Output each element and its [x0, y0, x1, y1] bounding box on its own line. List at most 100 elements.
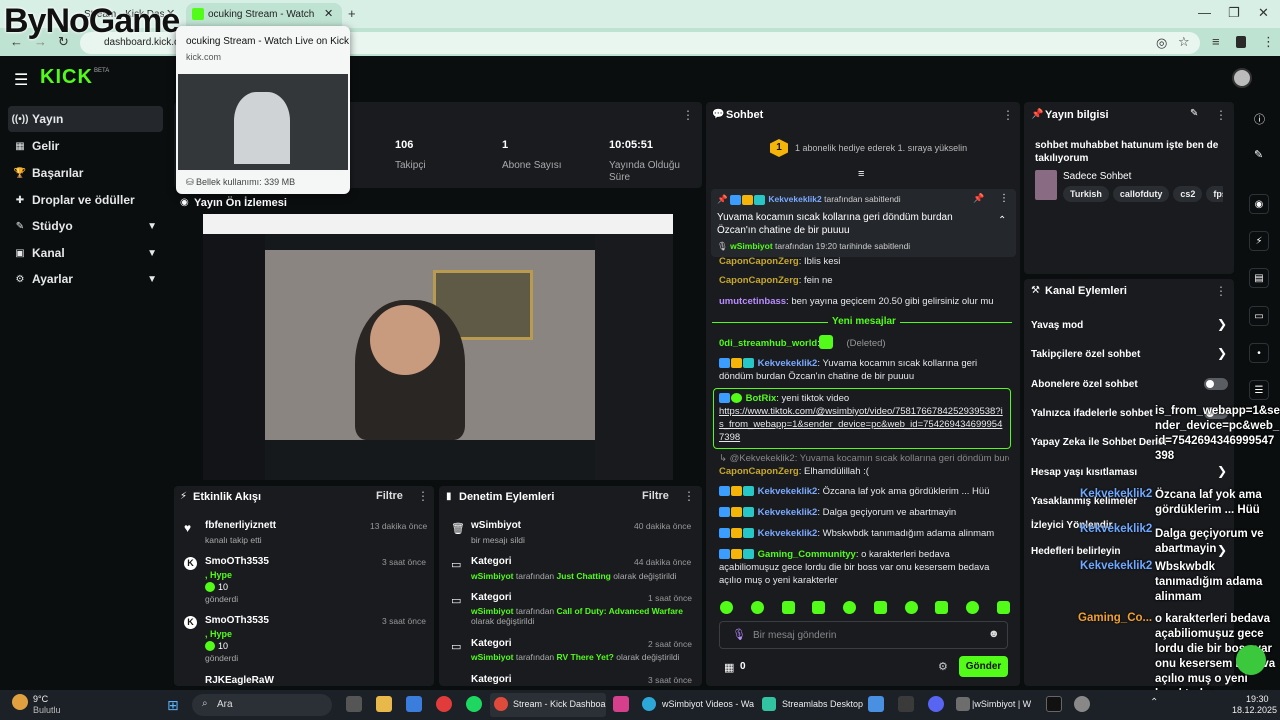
document-icon[interactable]: ▤: [1249, 268, 1269, 288]
tab-ocuking-stream[interactable]: ocuking Stream - Watch Live on ✕: [186, 3, 342, 28]
chat-bubble-icon[interactable]: ▭: [1249, 306, 1269, 326]
sidebar-item-droplar[interactable]: ✚ Droplar ve ödüller: [8, 187, 163, 213]
bookmark-star-icon[interactable]: ☆: [1178, 34, 1190, 50]
subscribers-only-toggle[interactable]: [1204, 378, 1228, 390]
emote-icon[interactable]: [781, 601, 795, 614]
moderation-menu-icon[interactable]: ⋮: [683, 489, 695, 503]
emote-icon[interactable]: [935, 601, 949, 614]
tray-chevron-icon[interactable]: ⌃: [1150, 697, 1158, 708]
chat-username[interactable]: Kekvekeklik2: [758, 358, 818, 369]
points-gift-icon[interactable]: ▦: [724, 661, 734, 674]
sidebar-item-studyo[interactable]: ✎ Stüdyo ▼: [8, 213, 163, 239]
chat-menu-icon[interactable]: ⋮: [1002, 108, 1014, 122]
edit-pencil-icon[interactable]: ✎: [1190, 108, 1198, 119]
taskbar-app-chrome[interactable]: Stream - Kick Dashboa: [490, 693, 606, 717]
unpin-icon[interactable]: 📌: [973, 193, 984, 204]
chat-username[interactable]: Kekvekeklik2: [758, 528, 818, 539]
chat-settings-gear-icon[interactable]: ⚙: [938, 660, 948, 673]
collapse-icon[interactable]: ≡: [858, 168, 864, 180]
emote-icon[interactable]: [966, 601, 980, 614]
chat-username[interactable]: CaponCaponZerg: [719, 256, 799, 267]
instagram-icon[interactable]: [613, 696, 629, 712]
task-view-icon[interactable]: [346, 696, 362, 712]
send-button[interactable]: Gönder: [959, 656, 1008, 677]
activity-menu-icon[interactable]: ⋮: [417, 489, 429, 503]
tag-chip[interactable]: cs2: [1173, 186, 1203, 202]
gift-leaderboard-text[interactable]: 1 abonelik hediye ederek 1. sıraya yükse…: [795, 143, 967, 153]
lightning-icon[interactable]: ⚡: [1249, 231, 1269, 251]
youtube-icon[interactable]: [436, 696, 452, 712]
stream-video[interactable]: [203, 214, 673, 480]
close-tab-icon[interactable]: ✕: [324, 7, 333, 20]
tag-chip[interactable]: fps: [1206, 186, 1223, 202]
menu-kebab-icon[interactable]: ⋮: [1262, 34, 1275, 50]
chat-username[interactable]: CaponCaponZerg: [719, 275, 799, 286]
broadcast-icon[interactable]: •: [1249, 343, 1269, 363]
emote-icon[interactable]: [843, 601, 857, 614]
kick-logo[interactable]: KICK: [40, 66, 93, 89]
tag-chip[interactable]: Turkish: [1063, 186, 1109, 202]
info-icon[interactable]: ⓘ: [1254, 111, 1265, 127]
tray-icon[interactable]: [1074, 696, 1090, 712]
app-icon[interactable]: [898, 696, 914, 712]
chat-username[interactable]: BotRix: [746, 393, 777, 404]
chevron-up-icon[interactable]: ⌃: [998, 215, 1006, 226]
emote-icon[interactable]: [720, 601, 733, 614]
sidebar-item-kanal[interactable]: ▣ Kanal ▼: [8, 240, 163, 266]
sidebar-item-ayarlar[interactable]: ⚙ Ayarlar ▼: [8, 266, 163, 292]
pinned-menu-icon[interactable]: ⋮: [999, 193, 1009, 204]
avatar[interactable]: [1232, 68, 1252, 88]
store-icon[interactable]: [406, 696, 422, 712]
windows-start-icon[interactable]: ⊞: [167, 697, 179, 714]
channel-actions-menu-icon[interactable]: ⋮: [1215, 284, 1227, 298]
chat-username[interactable]: Gaming_Communityy: [758, 549, 856, 560]
tiktok-icon[interactable]: [1046, 696, 1062, 712]
emote-icon[interactable]: [996, 601, 1010, 614]
action-ai-moderation[interactable]: Yapay Zeka ile Sohbet Denetimi: [1031, 437, 1166, 448]
hamburger-menu-icon[interactable]: ☰: [14, 70, 28, 90]
close-window-icon[interactable]: ✕: [1258, 5, 1269, 21]
chat-username[interactable]: CaponCaponZerg: [719, 466, 799, 477]
taskbar-search[interactable]: ⌕ Ara: [192, 694, 332, 716]
maximize-icon[interactable]: ❐: [1228, 5, 1240, 21]
minimize-icon[interactable]: —: [1198, 5, 1211, 20]
sidebar-item-gelir[interactable]: ▦ Gelir: [8, 133, 163, 159]
app-icon[interactable]: [868, 696, 884, 712]
emote-icon[interactable]: [904, 601, 918, 614]
activity-filter-button[interactable]: Filtre: [376, 490, 403, 502]
action-slow-mode[interactable]: Yavaş mod: [1031, 320, 1083, 331]
moderation-filter-button[interactable]: Filtre: [642, 490, 669, 502]
chat-username[interactable]: Kekvekeklik2: [758, 507, 818, 518]
emote-icon[interactable]: [750, 601, 764, 614]
sidebar-item-basarilar[interactable]: 🏆 Başarılar: [8, 160, 163, 186]
camera-icon[interactable]: ◉: [1249, 194, 1269, 214]
tab-search-icon[interactable]: ≡: [1212, 34, 1220, 49]
action-followers-only[interactable]: Takipçilere özel sohbet: [1031, 349, 1140, 360]
tag-chip[interactable]: callofduty: [1112, 186, 1170, 202]
new-tab-icon[interactable]: +: [348, 6, 356, 21]
chevron-right-icon[interactable]: ❯: [1217, 317, 1227, 331]
taskbar-app-streamlabs[interactable]: Streamlabs Desktop: [758, 693, 863, 717]
file-explorer-icon[interactable]: [376, 696, 392, 712]
taskbar-app-edge[interactable]: wSimbiyot Videos - Wa: [638, 693, 754, 717]
hide-eye-icon[interactable]: ◎: [1156, 35, 1167, 51]
action-account-age[interactable]: Hesap yaşı kısıtlaması: [1031, 467, 1137, 478]
sliders-icon[interactable]: ☰: [1249, 380, 1269, 400]
emote-icon[interactable]: [812, 601, 826, 614]
sidebar-item-yayin[interactable]: ((•)) Yayın: [8, 106, 163, 132]
chevron-right-icon[interactable]: ❯: [1217, 464, 1227, 478]
chat-input[interactable]: 🎙 Bir mesaj gönderin ☻: [719, 621, 1008, 649]
discord-icon[interactable]: [928, 696, 944, 712]
emoji-picker-icon[interactable]: ☻: [988, 628, 1000, 640]
emote-icon[interactable]: [873, 601, 887, 614]
action-set-goals[interactable]: Hedefleri belirleyin: [1031, 546, 1120, 557]
taskbar-app-window[interactable]: |wSimbiyot | W: [952, 693, 1040, 717]
chevron-right-icon[interactable]: ❯: [1217, 346, 1227, 360]
extension-icon[interactable]: [1236, 36, 1246, 48]
tiktok-link[interactable]: https://www.tiktok.com/@wsimbiyot/video/…: [719, 406, 1003, 443]
spotify-icon[interactable]: [466, 696, 482, 712]
chat-username[interactable]: 0di_streamhub_world: [719, 338, 817, 349]
edit-pencil-icon[interactable]: ✎: [1254, 148, 1263, 161]
chat-username[interactable]: umutcetinbass: [719, 296, 786, 307]
stream-info-menu-icon[interactable]: ⋮: [1215, 108, 1227, 122]
